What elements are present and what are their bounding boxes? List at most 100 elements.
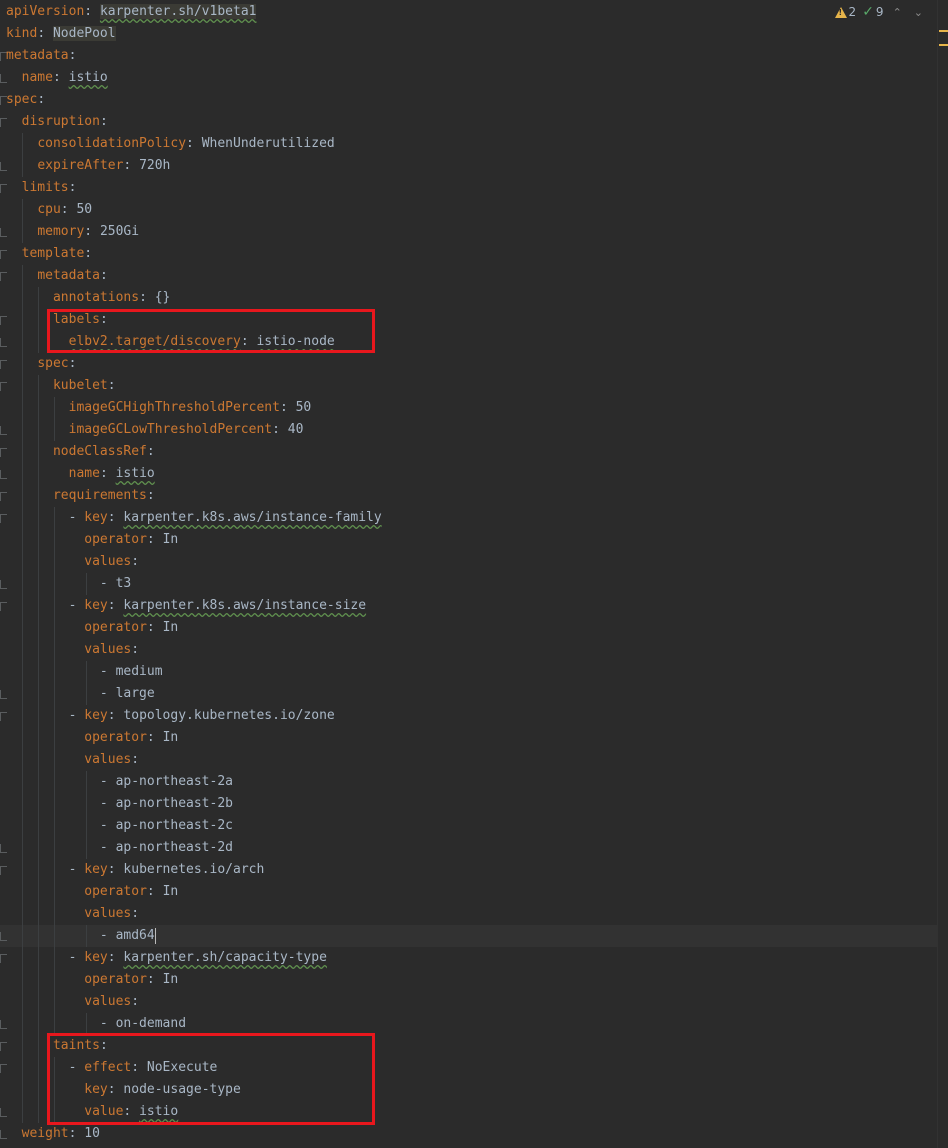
code-line[interactable]: name: istio <box>6 67 382 89</box>
code-line[interactable]: spec: <box>6 353 382 375</box>
ok-indicator[interactable]: ✓ 9 <box>862 5 883 19</box>
code-line[interactable]: values: <box>6 749 382 771</box>
code-line[interactable]: template: <box>6 243 382 265</box>
code-line[interactable]: values: <box>6 551 382 573</box>
code-line[interactable]: operator: In <box>6 727 382 749</box>
yaml-key: memory <box>37 224 85 239</box>
yaml-key: key <box>84 950 108 965</box>
code-line[interactable]: values: <box>6 639 382 661</box>
code-line[interactable]: - ap-northeast-2a <box>6 771 382 793</box>
line-indent: - <box>6 708 85 723</box>
code-line[interactable]: annotations: {} <box>6 287 382 309</box>
colon: : <box>146 620 155 635</box>
colon: : <box>68 356 77 371</box>
code-line[interactable]: weight: 10 <box>6 1123 382 1145</box>
warning-stripe[interactable] <box>939 30 948 32</box>
code-line[interactable]: - key: kubernetes.io/arch <box>6 859 382 881</box>
code-line[interactable]: metadata: <box>6 45 382 67</box>
colon: : <box>68 48 77 63</box>
code-line[interactable]: operator: In <box>6 881 382 903</box>
code-line[interactable]: - medium <box>6 661 382 683</box>
line-indent: - <box>6 928 116 943</box>
colon: : <box>68 180 77 195</box>
code-line[interactable]: - amd64 <box>6 925 382 947</box>
colon: : <box>84 224 93 239</box>
yaml-key: disruption <box>21 114 100 129</box>
list-item-value: large <box>115 686 155 701</box>
yaml-key: apiVersion <box>6 4 85 19</box>
code-line[interactable]: spec: <box>6 89 382 111</box>
code-line[interactable]: memory: 250Gi <box>6 221 382 243</box>
code-line[interactable]: kind: NodePool <box>6 23 382 45</box>
yaml-value: In <box>162 972 179 987</box>
code-line[interactable]: name: istio <box>6 463 382 485</box>
yaml-value: 10 <box>84 1126 100 1141</box>
yaml-key: metadata <box>37 268 100 283</box>
line-indent: - <box>6 818 116 833</box>
colon: : <box>107 378 116 393</box>
yaml-key: key <box>84 598 108 613</box>
code-line[interactable]: consolidationPolicy: WhenUnderutilized <box>6 133 382 155</box>
code-line[interactable]: operator: In <box>6 617 382 639</box>
code-line[interactable]: - key: karpenter.k8s.aws/instance-family <box>6 507 382 529</box>
code-line[interactable]: values: <box>6 903 382 925</box>
colon: : <box>37 26 46 41</box>
code-line[interactable]: cpu: 50 <box>6 199 382 221</box>
code-line[interactable]: limits: <box>6 177 382 199</box>
inspections-widget[interactable]: 2 ✓ 9 ⌃ ⌄ <box>834 5 926 19</box>
code-line[interactable]: - large <box>6 683 382 705</box>
chevron-up-icon[interactable]: ⌃ <box>890 6 905 19</box>
colon: : <box>131 642 140 657</box>
vertical-scrollbar[interactable] <box>937 0 948 1148</box>
yaml-key: values <box>84 642 132 657</box>
code-line[interactable]: apiVersion: karpenter.sh/v1beta1 <box>6 1 382 23</box>
code-line[interactable]: operator: In <box>6 969 382 991</box>
yaml-key: operator <box>84 620 147 635</box>
colon: : <box>107 598 116 613</box>
chevron-down-icon[interactable]: ⌄ <box>911 6 926 19</box>
code-line[interactable]: - key: karpenter.k8s.aws/instance-size <box>6 595 382 617</box>
code-line[interactable]: metadata: <box>6 265 382 287</box>
code-line[interactable]: - ap-northeast-2d <box>6 837 382 859</box>
code-line[interactable]: operator: In <box>6 529 382 551</box>
yaml-value: WhenUnderutilized <box>201 136 335 151</box>
yaml-key: kind <box>6 26 38 41</box>
code-area[interactable]: apiVersion: karpenter.sh/v1beta1 kind: No… <box>6 1 382 1145</box>
code-line[interactable]: - key: topology.kubernetes.io/zone <box>6 705 382 727</box>
code-line[interactable]: values: <box>6 991 382 1013</box>
code-line[interactable]: expireAfter: 720h <box>6 155 382 177</box>
code-line[interactable]: requirements: <box>6 485 382 507</box>
yaml-value: In <box>162 884 179 899</box>
warnings-indicator[interactable]: 2 <box>834 5 856 19</box>
code-line[interactable]: - t3 <box>6 573 382 595</box>
code-line[interactable]: imageGCHighThresholdPercent: 50 <box>6 397 382 419</box>
yaml-key: requirements <box>52 488 147 503</box>
code-line[interactable]: imageGCLowThresholdPercent: 40 <box>6 419 382 441</box>
yaml-editor[interactable]: apiVersion: karpenter.sh/v1beta1 kind: No… <box>0 0 948 1148</box>
yaml-key: kubelet <box>52 378 108 393</box>
yaml-value: istio <box>68 70 108 85</box>
code-line[interactable]: - ap-northeast-2c <box>6 815 382 837</box>
code-line[interactable]: nodeClassRef: <box>6 441 382 463</box>
yaml-value: kubernetes.io/arch <box>123 862 265 877</box>
code-line[interactable]: - key: karpenter.sh/capacity-type <box>6 947 382 969</box>
warning-stripe[interactable] <box>939 44 948 46</box>
code-line[interactable]: - ap-northeast-2b <box>6 793 382 815</box>
code-line[interactable]: - on-demand <box>6 1013 382 1035</box>
code-line[interactable]: disruption: <box>6 111 382 133</box>
labels-highlight-box <box>47 309 375 353</box>
code-line[interactable]: kubelet: <box>6 375 382 397</box>
colon: : <box>131 752 140 767</box>
